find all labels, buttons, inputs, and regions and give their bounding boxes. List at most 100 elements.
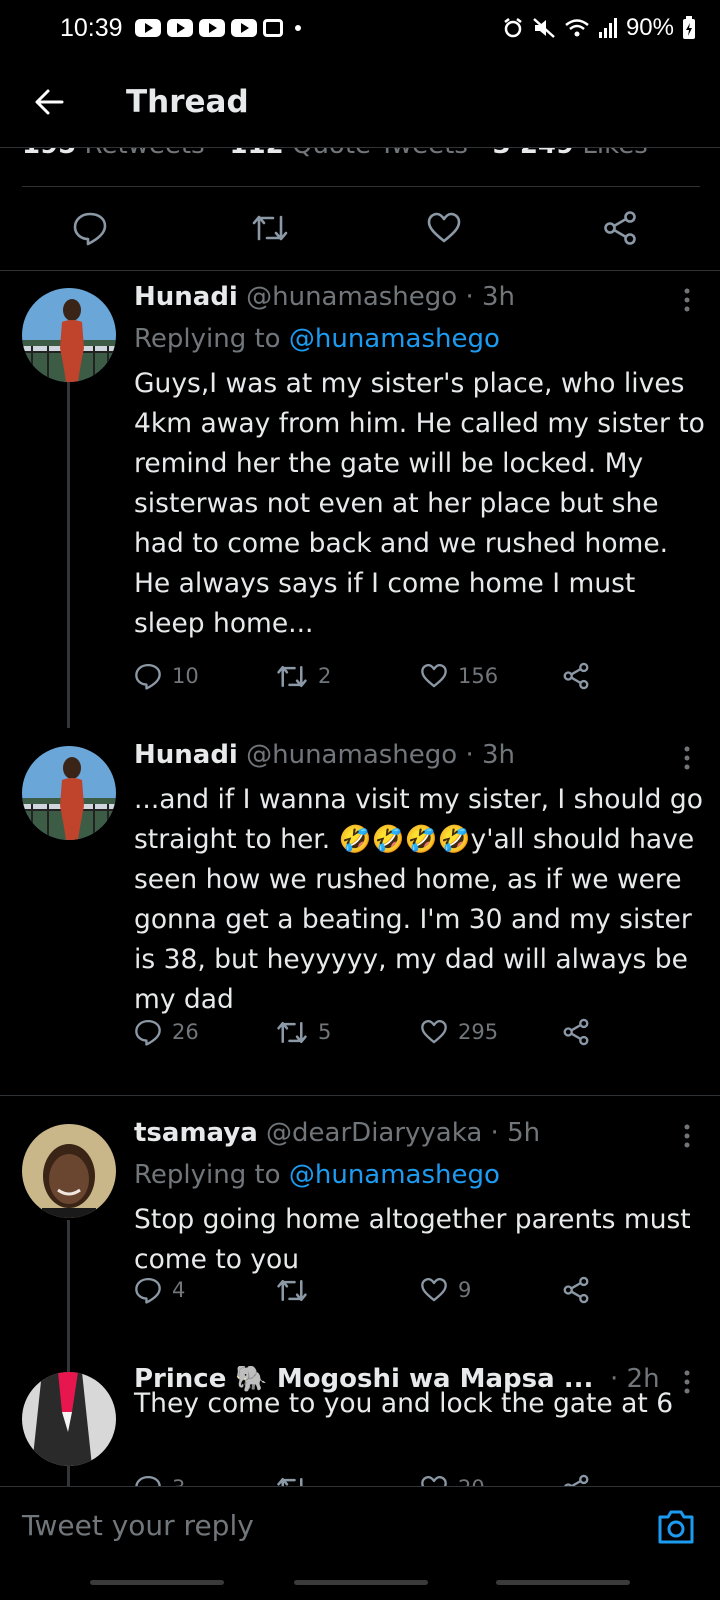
tweet-time: · 5h <box>490 1118 541 1148</box>
tweet-reply[interactable]: Hunadi @hunamashego · 3h Replying to @hu… <box>0 270 720 728</box>
youtube-notification-icon <box>230 19 257 37</box>
tweet-text: They come to you and lock the gate at 6 <box>134 1388 674 1419</box>
reply-count: 26 <box>172 1020 199 1044</box>
like-button[interactable]: 156 <box>420 658 498 694</box>
share-button[interactable] <box>562 1272 590 1308</box>
tweet-actions: 10 2 156 <box>134 658 614 694</box>
reply-count: 10 <box>172 664 199 688</box>
tweet-text: Stop going home altogether parents must … <box>134 1204 691 1275</box>
reply-button[interactable]: 10 <box>134 658 199 694</box>
battery-percent: 90% <box>625 14 674 41</box>
tweet-text: Guys,I was at my sister's place, who liv… <box>134 368 705 639</box>
signal-icon <box>598 18 617 38</box>
share-button[interactable] <box>600 208 640 248</box>
like-count: 20 <box>458 1476 485 1486</box>
thread-line <box>67 1466 70 1486</box>
share-icon <box>604 211 636 245</box>
reply-icon <box>135 1019 161 1046</box>
tweet-actions: 4 9 <box>134 1272 614 1308</box>
retweet-button[interactable]: 5 <box>276 1014 331 1050</box>
share-icon <box>563 1018 589 1046</box>
nav-recents[interactable] <box>90 1580 224 1585</box>
retweet-button[interactable] <box>276 1272 308 1308</box>
mute-icon <box>533 18 555 38</box>
retweet-button[interactable] <box>250 208 290 248</box>
tweet-header: tsamaya @dearDiaryyaka · 5h <box>134 1118 540 1148</box>
author-handle[interactable]: @hunamashego <box>246 740 457 770</box>
main-tweet-actions <box>0 186 720 270</box>
heart-icon <box>421 663 447 688</box>
replying-handle[interactable]: @hunamashego <box>289 1160 500 1190</box>
like-button[interactable]: 9 <box>420 1272 471 1308</box>
retweet-count: 5 <box>318 1020 332 1044</box>
reply-button[interactable]: 4 <box>134 1272 185 1308</box>
retweet-icon <box>277 665 307 687</box>
download-notification-icon <box>262 19 283 37</box>
thread-line <box>67 382 70 728</box>
share-button[interactable] <box>562 1470 590 1486</box>
avatar[interactable] <box>22 1372 116 1466</box>
wifi-icon <box>565 19 589 37</box>
nav-back[interactable] <box>496 1580 630 1585</box>
avatar[interactable] <box>22 288 116 382</box>
replying-prefix: Replying to <box>134 324 281 354</box>
more-options-icon[interactable] <box>682 288 692 312</box>
youtube-notification-icon <box>198 19 225 37</box>
nav-home[interactable] <box>294 1580 428 1585</box>
battery-icon <box>683 16 695 39</box>
share-button[interactable] <box>562 658 590 694</box>
share-button[interactable] <box>562 1014 590 1050</box>
like-count: 9 <box>458 1278 472 1302</box>
more-options-icon[interactable] <box>682 1124 692 1148</box>
tweet-reply[interactable]: tsamaya @dearDiaryyaka · 5h Replying to … <box>0 1096 720 1470</box>
tweet-reply[interactable]: Prince 🐘 Mogoshi wa Mapsa ... · 2h They … <box>0 1366 720 1486</box>
camera-icon[interactable] <box>654 1505 698 1549</box>
heart-icon <box>427 212 461 243</box>
retweet-icon <box>277 1021 307 1043</box>
tweet-actions: 3 20 <box>134 1470 614 1486</box>
like-button[interactable]: 20 <box>420 1470 485 1486</box>
author-handle[interactable]: @hunamashego <box>246 282 457 312</box>
share-icon <box>564 1474 589 1486</box>
tweet-text: ...and if I wanna visit my sister, I sho… <box>134 784 703 1015</box>
avatar[interactable] <box>22 1124 116 1218</box>
reply-composer[interactable]: Tweet your reply <box>0 1486 720 1570</box>
tweet-reply[interactable]: Hunadi @hunamashego · 3h ...and if I wan… <box>0 722 720 1094</box>
reply-button[interactable]: 26 <box>134 1014 199 1050</box>
replying-to: Replying to @hunamashego <box>134 324 500 354</box>
reply-button[interactable]: 3 <box>134 1470 185 1486</box>
reply-button[interactable] <box>70 208 110 248</box>
heart-icon <box>421 1019 447 1044</box>
reply-count: 4 <box>172 1278 186 1302</box>
reply-input[interactable]: Tweet your reply <box>22 1509 254 1542</box>
back-button[interactable] <box>24 77 74 127</box>
retweet-button[interactable] <box>276 1470 308 1486</box>
alarm-icon <box>504 18 522 38</box>
page-title: Thread <box>126 83 249 120</box>
author-name[interactable]: Hunadi <box>134 282 238 312</box>
reply-count: 3 <box>172 1476 185 1486</box>
replying-handle[interactable]: @hunamashego <box>289 324 500 354</box>
author-name[interactable]: Hunadi <box>134 740 238 770</box>
more-notifications-icon <box>294 25 301 31</box>
tweet-header: Hunadi @hunamashego · 3h <box>134 740 515 770</box>
more-options-icon[interactable] <box>682 746 692 770</box>
like-button[interactable]: 295 <box>420 1014 498 1050</box>
status-bar: 10:39 90% <box>0 0 720 56</box>
replying-to: Replying to @hunamashego <box>134 1160 500 1190</box>
reply-icon <box>135 1475 161 1486</box>
reply-icon <box>135 1277 161 1304</box>
author-name[interactable]: tsamaya <box>134 1118 258 1148</box>
avatar[interactable] <box>22 746 116 840</box>
like-button[interactable] <box>424 208 464 248</box>
author-handle[interactable]: @dearDiaryyaka <box>266 1118 482 1148</box>
retweet-button[interactable]: 2 <box>276 658 331 694</box>
back-arrow-icon <box>35 89 64 114</box>
reply-icon <box>73 212 107 246</box>
heart-icon <box>421 1277 447 1302</box>
reply-icon <box>135 663 161 690</box>
retweet-icon <box>252 215 288 241</box>
notification-icons <box>134 19 301 37</box>
tweet-actions: 26 5 295 <box>134 1014 614 1050</box>
status-time: 10:39 <box>60 13 123 42</box>
